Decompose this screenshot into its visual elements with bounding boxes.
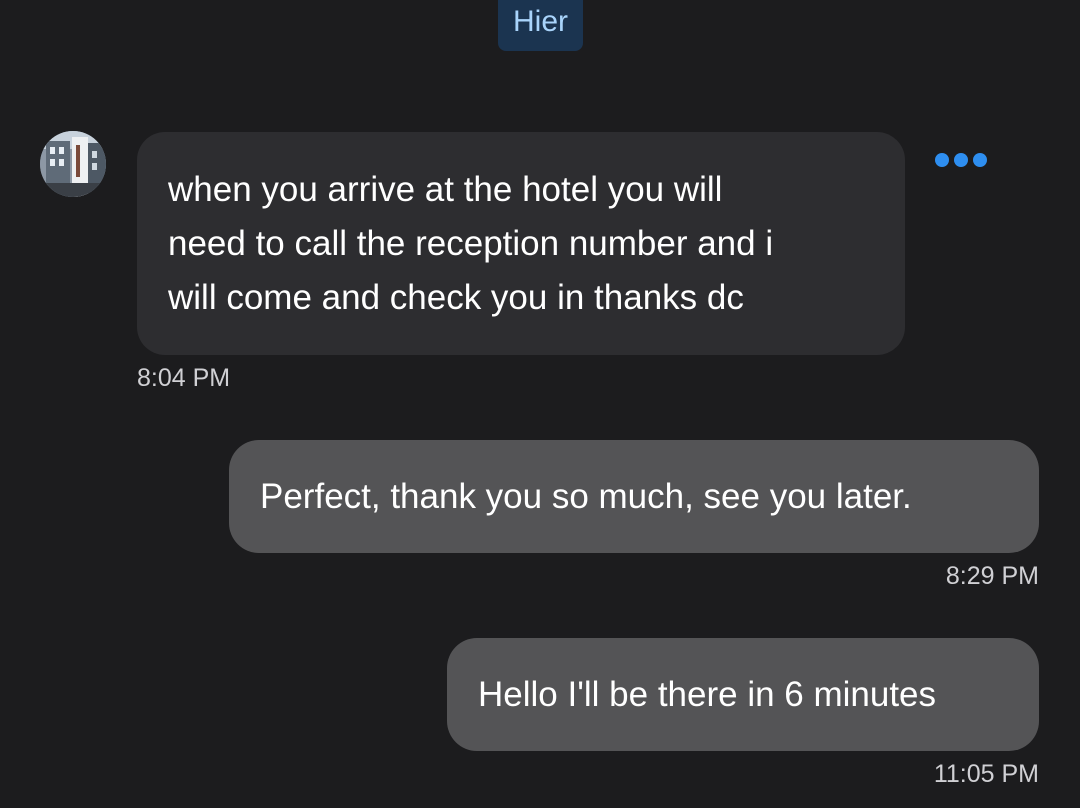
outgoing-message-bubble[interactable]: Perfect, thank you so much, see you late…: [229, 440, 1039, 553]
message-line: when you arrive at the hotel you will: [168, 170, 723, 209]
more-horizontal-icon: [973, 153, 987, 167]
message-line: will come and check you in thanks dc: [168, 278, 744, 317]
date-separator: Hier: [498, 0, 583, 51]
more-horizontal-icon: [935, 153, 949, 167]
more-horizontal-icon: [954, 153, 968, 167]
message-timestamp: 8:29 PM: [945, 562, 1039, 590]
incoming-message-bubble[interactable]: when you arrive at the hotel you will ne…: [137, 132, 905, 355]
avatar[interactable]: [40, 131, 106, 197]
message-timestamp: 8:04 PM: [137, 364, 231, 392]
message-line: need to call the reception number and i: [168, 224, 774, 263]
message-text: Hello I'll be there in 6 minutes: [478, 675, 937, 714]
more-options-button[interactable]: [928, 146, 994, 174]
message-text: Perfect, thank you so much, see you late…: [260, 477, 912, 516]
outgoing-message-bubble[interactable]: Hello I'll be there in 6 minutes: [447, 638, 1039, 751]
chat-thread: Hier when you arrive at the hotel you wi…: [0, 0, 1080, 808]
message-timestamp: 11:05 PM: [933, 760, 1039, 788]
